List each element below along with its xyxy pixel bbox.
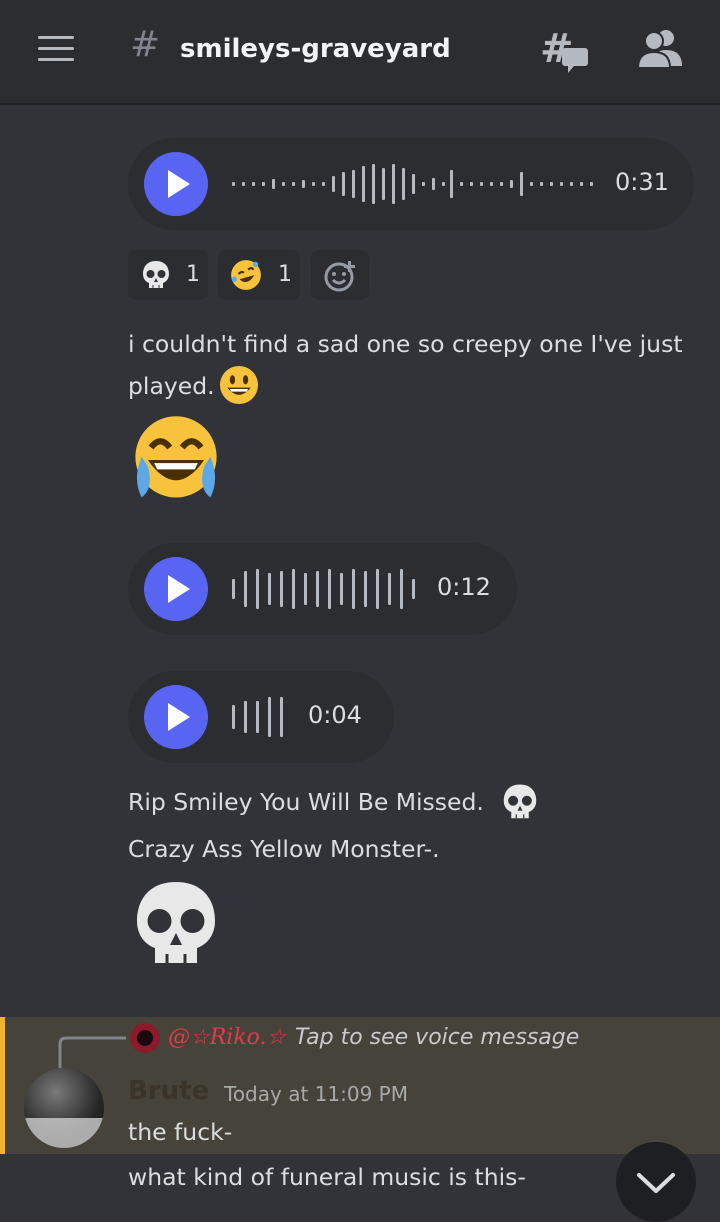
- play-button[interactable]: [144, 152, 208, 216]
- members-icon[interactable]: [636, 28, 684, 68]
- skull-icon: [143, 261, 169, 288]
- voice-message: 0:31: [128, 138, 694, 230]
- avatar[interactable]: [24, 1068, 104, 1148]
- waveform[interactable]: [232, 693, 292, 741]
- message-timestamp: Today at 11:09 PM: [224, 1082, 408, 1106]
- message-text: played.: [128, 372, 215, 400]
- play-button[interactable]: [144, 685, 208, 749]
- waveform[interactable]: [232, 160, 602, 208]
- waveform[interactable]: [232, 565, 422, 613]
- play-icon: [168, 170, 190, 198]
- reaction-skull[interactable]: 1: [128, 250, 208, 300]
- reply-avatar[interactable]: [130, 1023, 160, 1053]
- chevron-down-icon: [637, 1173, 675, 1193]
- add-reaction-icon: [324, 261, 355, 292]
- channel-header: # smileys-graveyard #: [0, 0, 720, 105]
- voice-duration: 0:31: [615, 168, 669, 196]
- menu-icon[interactable]: [38, 36, 74, 64]
- play-icon: [168, 703, 190, 731]
- threads-icon[interactable]: #: [540, 28, 590, 74]
- reaction-rofl[interactable]: 1: [218, 250, 300, 300]
- message-text: what kind of funeral music is this-: [128, 1163, 526, 1191]
- reply-connector: [58, 1036, 126, 1068]
- voice-message: 0:04: [128, 671, 394, 763]
- reply-mention[interactable]: @☆Riko.☆: [168, 1025, 286, 1050]
- skull-icon: [503, 784, 537, 819]
- reply-preview[interactable]: Tap to see voice message: [295, 1025, 579, 1050]
- message-text: the fuck-: [128, 1118, 233, 1146]
- rofl-icon: [231, 260, 261, 290]
- voice-duration: 0:12: [437, 573, 491, 601]
- message-text: Rip Smiley You Will Be Missed.: [128, 788, 484, 816]
- reaction-count: 1: [186, 262, 200, 287]
- channel-title: smileys-graveyard: [180, 34, 451, 64]
- voice-duration: 0:04: [308, 701, 362, 729]
- scroll-to-bottom-button[interactable]: [616, 1142, 696, 1222]
- add-reaction-button[interactable]: [311, 250, 369, 300]
- voice-message: 0:12: [128, 543, 517, 635]
- play-icon: [168, 575, 190, 603]
- message-text: Crazy Ass Yellow Monster-.: [128, 835, 440, 863]
- play-button[interactable]: [144, 557, 208, 621]
- reaction-count: 1: [278, 262, 292, 287]
- joy-icon: [135, 416, 217, 498]
- skull-icon: [137, 882, 215, 963]
- author-name[interactable]: Brute: [128, 1076, 209, 1106]
- channel-hash-icon: #: [130, 24, 161, 65]
- smiley-icon: [219, 365, 259, 405]
- message-text: i couldn't find a sad one so creepy one …: [128, 330, 683, 358]
